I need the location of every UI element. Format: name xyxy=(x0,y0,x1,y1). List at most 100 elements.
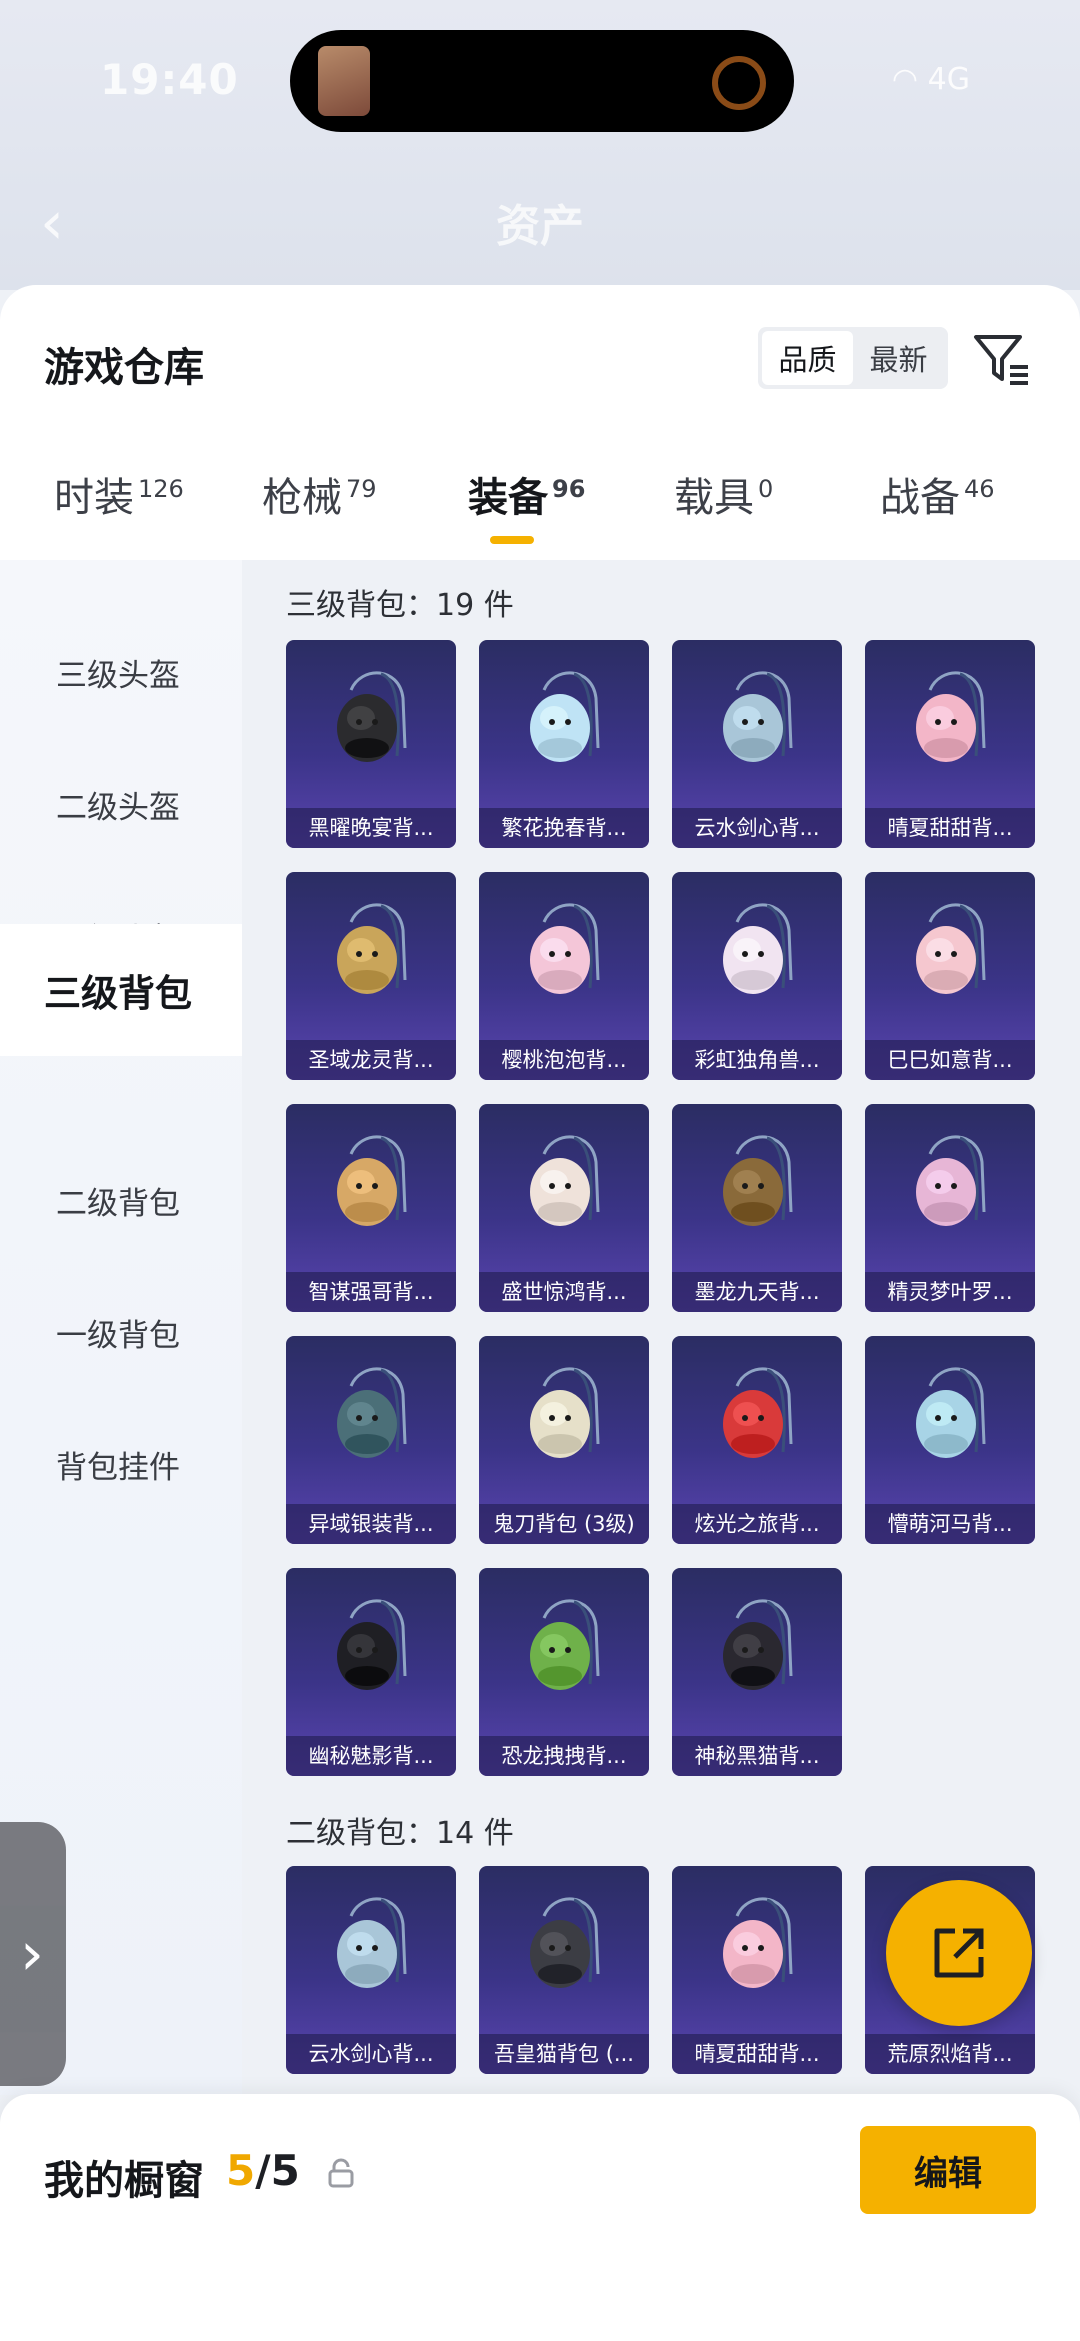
item-card[interactable]: 吾皇猫背包 (... xyxy=(479,1866,649,2074)
sidebar-item-lv2-helmet[interactable]: 二级头盔 xyxy=(0,760,242,848)
item-name: 吾皇猫背包 (... xyxy=(479,2034,649,2074)
item-name: 黑曜晚宴背... xyxy=(286,808,456,848)
showcase-current: 5 xyxy=(226,2146,256,2195)
item-name: 荒原烈焰背... xyxy=(865,2034,1035,2074)
item-card[interactable]: 繁花挽春背... xyxy=(479,640,649,848)
item-name: 懵萌河马背... xyxy=(865,1504,1035,1544)
share-button[interactable] xyxy=(886,1880,1032,2026)
showcase-count: 5/5 xyxy=(226,2146,300,2195)
item-card[interactable]: 幽秘魅影背... xyxy=(286,1568,456,1776)
item-card[interactable]: 圣域龙灵背... xyxy=(286,872,456,1080)
item-card[interactable]: 懵萌河马背... xyxy=(865,1336,1035,1544)
unicorn-backpack-icon xyxy=(723,903,793,994)
activity-ring-icon xyxy=(712,56,766,110)
item-name: 盛世惊鸿背... xyxy=(479,1272,649,1312)
item-name: 晴夏甜甜背... xyxy=(672,2034,842,2074)
item-card[interactable]: 神秘黑猫背... xyxy=(672,1568,842,1776)
sidebar-item-lv3-helmet[interactable]: 三级头盔 xyxy=(0,628,242,716)
plush-dog-backpack-icon xyxy=(337,1135,407,1226)
showcase-bar: 我的橱窗 5/5 编辑 xyxy=(0,2094,1080,2341)
item-name: 繁花挽春背... xyxy=(479,808,649,848)
category-tabs: 时装 126 枪械 79 装备 96 载具 0 战备 46 xyxy=(0,465,1080,555)
lock-icon[interactable] xyxy=(328,2158,354,2188)
sword-backpack-icon xyxy=(723,671,793,762)
tab-count: 0 xyxy=(758,474,774,503)
item-card[interactable]: 墨龙九天背... xyxy=(672,1104,842,1312)
warehouse-sheet: 游戏仓库 品质 最新 时装126 枪械79 装备96 载具0 战备46 xyxy=(0,285,1080,2095)
item-card[interactable]: 智谋强哥背... xyxy=(286,1104,456,1312)
now-playing-thumbnail xyxy=(318,46,370,116)
item-card[interactable]: 云水剑心背... xyxy=(672,640,842,848)
heart-wing-backpack-icon xyxy=(916,1135,986,1226)
section-label-lv3-backpack: 三级背包：19 件 xyxy=(286,588,514,623)
tab-vehicles[interactable]: 载具 0 xyxy=(674,465,773,523)
item-name: 炫光之旅背... xyxy=(672,1504,842,1544)
side-drawer-handle[interactable]: › xyxy=(0,1822,66,2086)
tab-count: 126 xyxy=(138,474,184,503)
item-name: 鬼刀背包 (3级) xyxy=(479,1504,649,1544)
sort-option-quality[interactable]: 品质 xyxy=(762,331,853,385)
showcase-label: 我的橱窗 xyxy=(44,2158,204,2204)
status-icons: ◠ 4G xyxy=(892,62,970,97)
feather-backpack-icon xyxy=(530,1135,600,1226)
item-card[interactable]: 黑曜晚宴背... xyxy=(286,640,456,848)
black-dog-backpack-icon xyxy=(337,671,407,762)
filter-icon[interactable] xyxy=(970,327,1034,391)
crystal-backpack-icon xyxy=(530,1367,600,1458)
share-icon xyxy=(934,1928,984,1978)
network-badge: 4G xyxy=(927,62,970,97)
tab-equipment[interactable]: 装备 96 xyxy=(468,465,585,523)
item-name: 智谋强哥背... xyxy=(286,1272,456,1312)
section-label-lv2-backpack: 二级背包：14 件 xyxy=(286,1816,514,1851)
floral-backpack-icon xyxy=(530,671,600,762)
tab-label: 战备 xyxy=(880,475,960,521)
tab-supplies[interactable]: 战备 46 xyxy=(880,465,995,523)
tab-firearms[interactable]: 枪械 79 xyxy=(262,465,377,523)
item-name: 恐龙拽拽背... xyxy=(479,1736,649,1776)
item-card[interactable]: 鬼刀背包 (3级) xyxy=(479,1336,649,1544)
showcase-total: /5 xyxy=(255,2146,300,2195)
sidebar-item-backpack-pendant[interactable]: 背包挂件 xyxy=(0,1420,242,1508)
item-card[interactable]: 晴夏甜甜背... xyxy=(672,1866,842,2074)
item-card[interactable]: 云水剑心背... xyxy=(286,1866,456,2074)
tactical-backpack-icon xyxy=(337,1367,407,1458)
tab-count: 46 xyxy=(964,474,995,503)
status-time: 19:40 xyxy=(100,55,239,104)
red-monster-backpack-icon xyxy=(723,1367,793,1458)
item-name: 云水剑心背... xyxy=(672,808,842,848)
item-card[interactable]: 巳巳如意背... xyxy=(865,872,1035,1080)
edit-button[interactable]: 编辑 xyxy=(860,2126,1036,2214)
item-grid-area: 三级背包：19 件 黑曜晚宴背... 繁花挽春背... 云水剑心背... 晴夏甜甜背.… xyxy=(242,560,1080,2095)
pink-bow-backpack-icon xyxy=(530,903,600,994)
sidebar-item-lv2-backpack[interactable]: 二级背包 xyxy=(0,1156,242,1244)
chevron-right-icon: › xyxy=(20,1919,44,1989)
item-card[interactable]: 精灵梦叶罗... xyxy=(865,1104,1035,1312)
sort-option-latest[interactable]: 最新 xyxy=(853,331,944,385)
sidebar-item-lv3-backpack[interactable]: 三级背包 xyxy=(0,924,242,1056)
sidebar-item-lv1-backpack[interactable]: 一级背包 xyxy=(0,1288,242,1376)
item-card[interactable]: 晴夏甜甜背... xyxy=(865,640,1035,848)
tab-label: 枪械 xyxy=(262,475,342,521)
item-card[interactable]: 炫光之旅背... xyxy=(672,1336,842,1544)
tab-label: 装备 xyxy=(468,475,548,521)
item-name: 晴夏甜甜背... xyxy=(865,808,1035,848)
page-title: 资产 xyxy=(496,201,584,252)
item-card[interactable]: 樱桃泡泡背... xyxy=(479,872,649,1080)
tab-label: 载具 xyxy=(674,475,754,521)
item-card[interactable]: 彩虹独角兽... xyxy=(672,872,842,1080)
item-card[interactable]: 盛世惊鸿背... xyxy=(479,1104,649,1312)
item-name: 云水剑心背... xyxy=(286,2034,456,2074)
black-cat-backpack-icon xyxy=(723,1599,793,1690)
tab-fashion[interactable]: 时装 126 xyxy=(54,465,184,523)
item-name: 墨龙九天背... xyxy=(672,1272,842,1312)
pink-bunny-backpack-icon xyxy=(916,671,986,762)
item-name: 巳巳如意背... xyxy=(865,1040,1035,1080)
green-dino-backpack-icon xyxy=(530,1599,600,1690)
item-card[interactable]: 恐龙拽拽背... xyxy=(479,1568,649,1776)
item-name: 彩虹独角兽... xyxy=(672,1040,842,1080)
item-name: 神秘黑猫背... xyxy=(672,1736,842,1776)
tab-count: 79 xyxy=(346,474,377,503)
black-lace-backpack-icon xyxy=(337,1599,407,1690)
item-card[interactable]: 异域银装背... xyxy=(286,1336,456,1544)
warehouse-title: 游戏仓库 xyxy=(44,345,204,391)
